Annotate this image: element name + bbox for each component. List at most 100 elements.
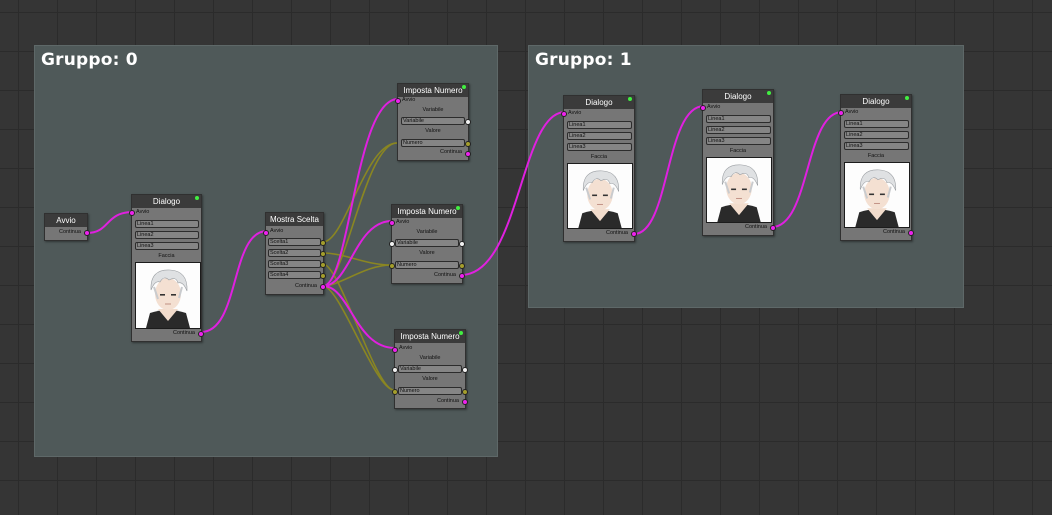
value-port[interactable] (465, 141, 471, 147)
group-title: Gruppo: 1 (535, 50, 632, 70)
node-imposta-numero[interactable]: Imposta Numero Avvio Variabile Variabile… (392, 329, 468, 409)
line-field[interactable]: Linea2 (567, 132, 632, 140)
input-port[interactable] (129, 210, 135, 216)
input-label: Avvio (568, 110, 582, 116)
input-label: Avvio (399, 345, 413, 351)
variable-port[interactable] (462, 367, 468, 373)
line-field[interactable]: Linea2 (844, 131, 909, 139)
output-port[interactable] (631, 231, 637, 237)
face-label: Faccia (867, 153, 885, 159)
group-title: Gruppo: 0 (41, 50, 138, 70)
face-label: Faccia (590, 154, 608, 160)
node-dialogo[interactable]: Dialogo Avvio Linea1 Linea2 Linea3 Facci… (838, 94, 914, 241)
variable-field[interactable]: Variabile (398, 365, 462, 373)
value-label: Valore (425, 128, 441, 134)
line-field[interactable]: Linea1 (706, 115, 771, 123)
choice-output-port[interactable] (320, 273, 326, 279)
input-label: Avvio (845, 109, 859, 115)
value-port[interactable] (459, 263, 465, 269)
choice-field[interactable]: Scelta2 (268, 249, 321, 257)
choice-field[interactable]: Scelta4 (268, 271, 321, 279)
node-imposta-numero[interactable]: Imposta Numero Avvio Variabile Variabile… (389, 204, 465, 284)
choice-output-port[interactable] (320, 262, 326, 268)
value-port[interactable] (392, 389, 398, 395)
output-label: Continua (882, 229, 905, 235)
value-field[interactable]: Numero (395, 261, 459, 269)
output-label: Continua (433, 272, 456, 278)
variable-field[interactable]: Variabile (395, 239, 459, 247)
choice-field[interactable]: Scelta1 (268, 238, 321, 246)
node-avvio[interactable]: Avvio Continua (44, 213, 90, 241)
face-portrait[interactable] (135, 262, 201, 329)
node-mostra-scelta[interactable]: Mostra Scelta Avvio Scelta1 Scelta2 Scel… (263, 212, 326, 295)
line-field[interactable]: Linea3 (567, 143, 632, 151)
value-port[interactable] (389, 263, 395, 269)
variable-port[interactable] (465, 119, 471, 125)
line-field[interactable]: Linea3 (844, 142, 909, 150)
node-title: Imposta Numero (400, 332, 460, 341)
status-led-icon (456, 206, 460, 210)
line-field[interactable]: Linea2 (706, 126, 771, 134)
output-port[interactable] (459, 273, 465, 279)
node-imposta-numero[interactable]: Imposta Numero Avvio Variabile Variabile… (395, 83, 471, 161)
variable-port[interactable] (459, 241, 465, 247)
output-label: Continua (439, 149, 462, 155)
variable-port[interactable] (392, 367, 398, 373)
input-label: Avvio (396, 219, 410, 225)
face-portrait[interactable] (706, 157, 772, 223)
status-led-icon (628, 97, 632, 101)
output-port[interactable] (908, 230, 914, 236)
node-title: Mostra Scelta (266, 213, 323, 226)
output-port[interactable] (84, 230, 90, 236)
portrait-image (568, 164, 632, 228)
variable-label: Variabile (419, 355, 441, 361)
portrait-image (845, 163, 909, 227)
output-port[interactable] (770, 225, 776, 231)
choice-field[interactable]: Scelta3 (268, 260, 321, 268)
output-port[interactable] (462, 399, 468, 405)
input-port[interactable] (395, 98, 401, 104)
node-title: Imposta Numero (397, 207, 457, 216)
value-label: Valore (422, 376, 438, 382)
variable-field[interactable]: Variabile (401, 117, 465, 125)
status-led-icon (767, 91, 771, 95)
choice-output-port[interactable] (320, 240, 326, 246)
input-port[interactable] (389, 220, 395, 226)
input-label: Avvio (707, 104, 721, 110)
line-field[interactable]: Linea1 (567, 121, 632, 129)
variable-port[interactable] (389, 241, 395, 247)
node-dialogo[interactable]: Dialogo Avvio Linea1 Linea2 Linea3 Facci… (561, 95, 637, 242)
variable-label: Variabile (416, 229, 438, 235)
input-port[interactable] (392, 347, 398, 353)
input-port[interactable] (263, 230, 269, 236)
output-port[interactable] (320, 284, 326, 290)
value-port[interactable] (462, 389, 468, 395)
node-title: Dialogo (862, 97, 890, 106)
input-port[interactable] (700, 105, 706, 111)
value-field[interactable]: Numero (401, 139, 465, 147)
node-dialogo[interactable]: Dialogo Avvio Linea1 Linea2 Linea3 Facci… (700, 89, 776, 236)
output-port[interactable] (198, 331, 204, 337)
value-field[interactable]: Numero (398, 387, 462, 395)
line-field[interactable]: Linea3 (135, 242, 199, 250)
input-port[interactable] (561, 111, 567, 117)
input-port[interactable] (838, 110, 844, 116)
line-field[interactable]: Linea2 (135, 231, 199, 239)
output-label: Continua (58, 229, 81, 235)
node-title: Dialogo (585, 98, 613, 107)
input-label: Avvio (270, 228, 284, 234)
face-portrait[interactable] (567, 163, 633, 229)
output-port[interactable] (465, 151, 471, 157)
choice-output-port[interactable] (320, 251, 326, 257)
face-portrait[interactable] (844, 162, 910, 228)
line-field[interactable]: Linea1 (135, 220, 199, 228)
portrait-image (136, 263, 200, 328)
input-label: Avvio (136, 209, 150, 215)
output-label: Continua (744, 224, 767, 230)
line-field[interactable]: Linea3 (706, 137, 771, 145)
line-field[interactable]: Linea1 (844, 120, 909, 128)
node-dialogo[interactable]: Dialogo Avvio Linea1 Linea2 Linea3 Facci… (129, 194, 204, 342)
variable-label: Variabile (422, 107, 444, 113)
node-title: Dialogo (724, 92, 752, 101)
status-led-icon (459, 331, 463, 335)
